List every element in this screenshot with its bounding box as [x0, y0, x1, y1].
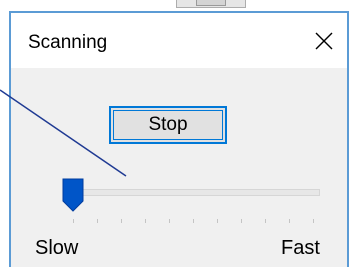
dialog-title: Scanning	[28, 32, 108, 53]
slider-tick	[241, 219, 242, 223]
fast-label: Fast	[281, 237, 320, 259]
close-button[interactable]	[301, 17, 347, 65]
slider-tick	[289, 219, 290, 223]
slider-tick	[121, 219, 122, 223]
background-control-inner	[196, 0, 226, 6]
close-icon	[315, 32, 333, 50]
dialog-client-area: Stop Slow Fast	[11, 68, 347, 267]
slider-tick	[145, 219, 146, 223]
scanning-dialog: Scanning Stop Slow Fast	[9, 11, 349, 267]
slider-tick	[193, 219, 194, 223]
slider-tick	[265, 219, 266, 223]
slider-tick	[217, 219, 218, 223]
slider-tick	[313, 219, 314, 223]
slider-tick	[97, 219, 98, 223]
screenshot-stage: Scanning Stop Slow Fast	[0, 0, 354, 267]
stop-button-label: Stop	[148, 114, 188, 135]
stop-button[interactable]: Stop	[109, 106, 227, 144]
dialog-titlebar: Scanning	[11, 13, 347, 68]
speed-slider-track[interactable]	[65, 189, 320, 196]
slow-label: Slow	[35, 237, 79, 259]
slider-tick	[73, 219, 74, 223]
speed-slider-thumb[interactable]	[62, 178, 84, 212]
slider-tick	[169, 219, 170, 223]
